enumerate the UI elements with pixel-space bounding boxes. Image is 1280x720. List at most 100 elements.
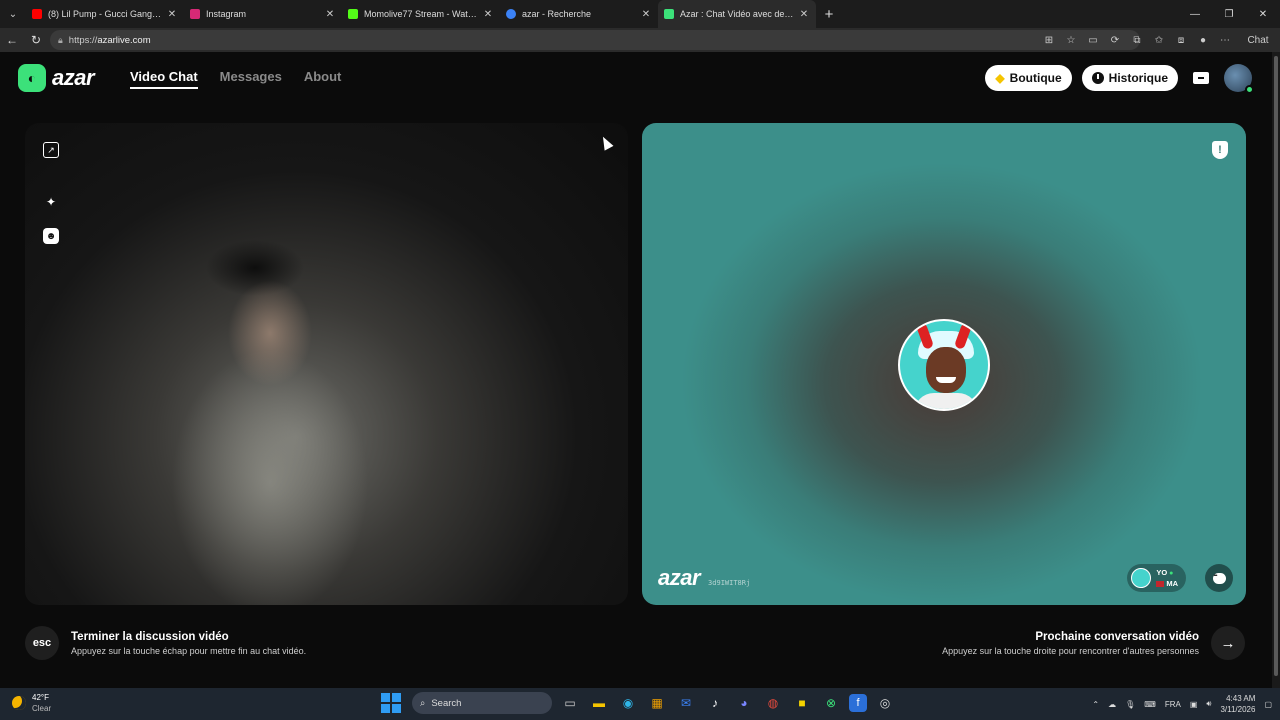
report-icon[interactable]: ! (1212, 141, 1228, 159)
browser-tab-active[interactable]: Azar : Chat Vidéo avec de nou ✕ (658, 0, 816, 28)
profile-icon[interactable]: ● (1192, 28, 1214, 52)
azar-logo[interactable]: ◐ azar (18, 64, 95, 92)
volume-icon[interactable]: 🔊︎ (1206, 699, 1211, 709)
microsoft-store-icon[interactable]: ▦ (646, 692, 668, 714)
file-explorer-icon[interactable]: ▬ (588, 692, 610, 714)
weather-condition: Clear (32, 704, 52, 713)
browser-tab[interactable]: Instagram ✕ (184, 0, 342, 28)
restore-icon[interactable]: ❐ (1212, 0, 1246, 28)
microphone-icon[interactable]: 🎙︎ (1125, 700, 1135, 709)
peer-avatar-smile (936, 377, 956, 383)
close-tab-icon[interactable]: ✕ (324, 9, 336, 20)
weather-text: 42°F Clear (32, 692, 51, 714)
end-chat-subtitle: Appuyez sur la touche échap pour mettre … (71, 645, 307, 656)
logo-text: azar (52, 65, 95, 90)
edge-icon[interactable]: ◉ (617, 692, 639, 714)
search-icon: ⌕ (420, 697, 426, 709)
next-chat-text: Prochaine conversation vidéo Appuyez sur… (942, 631, 1199, 656)
historique-button[interactable]: Historique (1081, 65, 1178, 91)
azar-logo-icon: ◐ (18, 64, 46, 92)
copilot-chat-button[interactable]: Chat (1236, 28, 1280, 52)
page-scrollbar[interactable] (1272, 52, 1280, 688)
local-camera-feed (25, 123, 628, 605)
nav-about[interactable]: About (304, 69, 342, 89)
browser-tab[interactable]: Momolive77 Stream - Watch Live o ✕ (342, 0, 500, 28)
xbox-icon[interactable]: ⊗ (820, 692, 842, 714)
back-icon[interactable]: ← (0, 28, 24, 52)
chevron-up-icon[interactable]: ⌃ (1092, 700, 1099, 709)
weather-widget[interactable]: 42°F Clear (12, 692, 51, 714)
extensions-refresh-icon[interactable]: ⟳ (1104, 28, 1126, 52)
tab-title: azar - Recherche (522, 9, 592, 19)
keyboard-icon[interactable]: ⌨ (1144, 700, 1156, 709)
apps-icon[interactable]: ⊞ (1038, 28, 1060, 52)
peer-country-row: MA (1156, 579, 1178, 589)
url-host: azarlive.com (97, 34, 151, 46)
nav-messages[interactable]: Messages (220, 69, 282, 89)
avatar[interactable] (1224, 64, 1254, 94)
minimize-icon[interactable]: — (1178, 0, 1212, 28)
refresh-icon[interactable]: ↻ (24, 28, 48, 52)
face-effect-icon[interactable]: ☻ (43, 228, 59, 244)
scrollbar-thumb[interactable] (1274, 56, 1278, 676)
windows-start-icon[interactable] (381, 693, 401, 713)
session-id: 3d9IWIT8Rj (708, 579, 751, 587)
peer-country: MA (1166, 578, 1178, 588)
discord-icon[interactable]: ◕ (733, 692, 755, 714)
sticky-notes-icon[interactable]: ■ (791, 692, 813, 714)
boutique-button[interactable]: ◆ Boutique (985, 65, 1072, 91)
mail-icon[interactable]: ✉ (675, 692, 697, 714)
temperature: 42°F (32, 693, 49, 702)
taskbar-clock[interactable]: 4:43 AM 3/11/2026 (1220, 693, 1255, 715)
peer-profile-chip[interactable]: YO ● MA (1127, 564, 1186, 592)
browser-toolbar: ⊞ ☆ ▭ ⟳ ⧉ ✩ ⧈ ● ⋯ Chat (1038, 28, 1280, 52)
close-tab-icon[interactable]: ✕ (640, 9, 652, 20)
main-nav: Video Chat Messages About (130, 69, 341, 89)
favorite-star-icon[interactable]: ☆ (1060, 28, 1082, 52)
next-arrow-button[interactable]: → (1211, 626, 1245, 660)
favorites-icon[interactable]: ✩ (1148, 28, 1170, 52)
close-tab-icon[interactable]: ✕ (798, 9, 810, 20)
network-icon[interactable]: ▣ (1190, 700, 1198, 709)
chat-button[interactable] (1205, 564, 1233, 592)
window-controls: — ❐ ✕ (1178, 0, 1280, 28)
notifications-icon[interactable]: ▢ (1264, 700, 1272, 709)
nav-video-chat[interactable]: Video Chat (130, 69, 198, 89)
next-chat-subtitle: Appuyez sur la touche droite pour rencon… (942, 645, 1199, 656)
esc-button[interactable]: esc (25, 626, 59, 660)
more-icon[interactable]: ⋯ (1214, 28, 1236, 52)
peer-avatar (898, 319, 990, 411)
online-status-dot (1245, 85, 1254, 94)
inbox-icon[interactable] (1188, 65, 1214, 91)
verified-icon: ● (1169, 569, 1174, 577)
extensions-icon[interactable]: ⧉ (1126, 28, 1148, 52)
url-field[interactable]: 🔒︎ https://azarlive.com (50, 30, 1140, 50)
peer-avatar-face (926, 347, 966, 393)
browser-tab[interactable]: azar - Recherche ✕ (500, 0, 658, 28)
language-indicator[interactable]: FRA (1165, 700, 1181, 709)
facebook-icon[interactable]: f (849, 694, 867, 712)
fullscreen-icon[interactable]: ↗ (43, 142, 59, 158)
browser-tab[interactable]: (8) Lil Pump - Gucci Gang [Official ✕ (26, 0, 184, 28)
tab-actions-icon[interactable]: ⌄ (0, 0, 26, 28)
gem-icon: ◆ (995, 71, 1005, 85)
clock-icon (1091, 72, 1104, 84)
azar-page: ◐ azar Video Chat Messages About ◆ Bouti… (0, 52, 1272, 688)
onedrive-icon[interactable]: ☁ (1108, 700, 1116, 709)
new-tab-icon[interactable]: + (816, 6, 842, 23)
magic-wand-icon[interactable]: ✦ (43, 194, 59, 210)
obs-icon[interactable]: ◎ (874, 692, 896, 714)
task-view-icon[interactable]: ▭ (559, 692, 581, 714)
taskbar-search[interactable]: ⌕ Search (412, 692, 552, 714)
lock-icon[interactable]: 🔒︎ (58, 35, 63, 46)
video-icon[interactable]: ▭ (1082, 28, 1104, 52)
next-chat-title: Prochaine conversation vidéo (1035, 630, 1199, 643)
collections-icon[interactable]: ⧈ (1170, 28, 1192, 52)
url-scheme: https:// (68, 34, 98, 46)
end-chat-title: Terminer la discussion vidéo (71, 630, 229, 643)
chrome-icon[interactable]: ◍ (762, 692, 784, 714)
tiktok-icon[interactable]: ♪ (704, 692, 726, 714)
close-tab-icon[interactable]: ✕ (482, 9, 494, 20)
close-window-icon[interactable]: ✕ (1246, 0, 1280, 28)
close-tab-icon[interactable]: ✕ (166, 9, 178, 20)
